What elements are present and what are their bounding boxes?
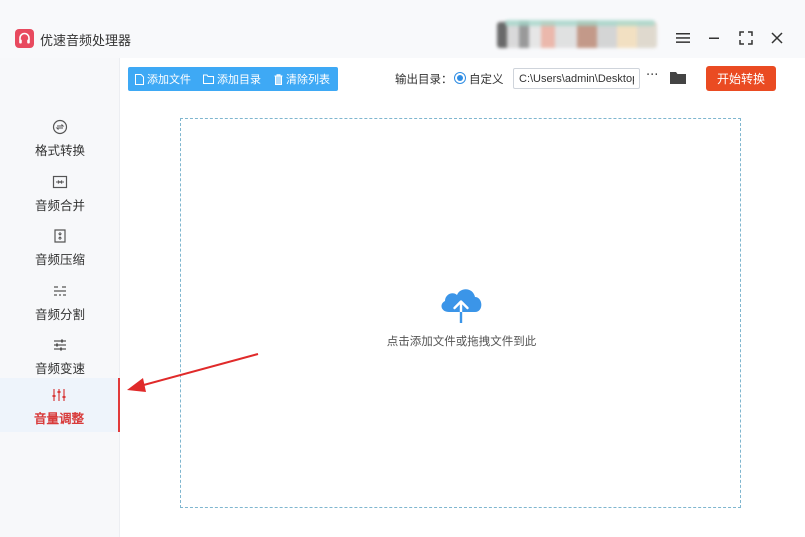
minimize-icon [709, 37, 719, 39]
file-icon [134, 73, 144, 85]
add-file-label: 添加文件 [147, 73, 191, 86]
clear-list-button[interactable]: 清除列表 [273, 71, 330, 87]
file-toolbar: 添加文件 添加目录 清除列表 [128, 67, 338, 91]
redacted-area-top [505, 20, 655, 26]
file-drop-zone[interactable]: 点击添加文件或拖拽文件到此 [180, 118, 741, 508]
sidebar-item-merge[interactable]: 音频合并 [0, 169, 120, 223]
custom-radio[interactable] [454, 72, 466, 84]
sidebar: 格式转换 音频合并 音频压缩 音频分割 音频变速 音量调整 [0, 58, 120, 537]
maximize-icon [739, 31, 753, 45]
sidebar-item-label: 格式转换 [34, 143, 85, 158]
minimize-button[interactable] [705, 29, 723, 47]
hamburger-icon [676, 33, 690, 43]
app-logo [15, 29, 34, 48]
add-folder-button[interactable]: 添加目录 [203, 71, 261, 87]
add-folder-label: 添加目录 [217, 73, 261, 86]
maximize-button[interactable] [737, 29, 755, 47]
cloud-upload-icon [441, 289, 482, 325]
sidebar-item-label: 音频合并 [34, 198, 85, 213]
menu-button[interactable] [674, 29, 692, 47]
close-icon [771, 32, 783, 44]
clear-list-label: 清除列表 [286, 73, 330, 86]
start-convert-button[interactable]: 开始转换 [706, 66, 776, 91]
sidebar-item-compress[interactable]: 音频压缩 [0, 223, 120, 277]
folder-icon [203, 74, 214, 85]
trash-icon [273, 73, 283, 85]
radio-dot [457, 75, 463, 81]
split-icon [51, 282, 69, 300]
drop-hint-text: 点击添加文件或拖拽文件到此 [386, 334, 537, 348]
output-dir-label: 输出目录： [395, 72, 453, 86]
add-file-button[interactable]: 添加文件 [134, 71, 191, 87]
speed-icon [51, 336, 69, 354]
output-path-input[interactable] [513, 68, 640, 89]
close-button[interactable] [768, 29, 786, 47]
compress-icon [51, 227, 69, 245]
volume-adjust-icon [50, 386, 68, 404]
custom-radio-label[interactable]: 自定义 [469, 71, 504, 87]
sidebar-item-label: 音频分割 [34, 307, 85, 322]
sidebar-item-volume-adjust[interactable]: 音量调整 [0, 378, 120, 432]
headphone-icon [19, 32, 30, 44]
format-convert-icon [51, 118, 69, 136]
sidebar-item-label: 音量调整 [33, 411, 84, 426]
sidebar-item-label: 音频变速 [34, 361, 85, 376]
app-title: 优速音频处理器 [40, 34, 132, 49]
sidebar-item-split[interactable]: 音频分割 [0, 278, 120, 332]
title-bar: 优速音频处理器 [0, 0, 805, 58]
merge-icon [51, 173, 69, 191]
sidebar-item-label: 音频压缩 [34, 252, 85, 267]
folder-open-icon [670, 72, 686, 84]
open-folder-button[interactable] [669, 70, 687, 86]
browse-more-button[interactable]: ··· [646, 69, 660, 86]
sidebar-item-format-convert[interactable]: 格式转换 [0, 114, 120, 168]
